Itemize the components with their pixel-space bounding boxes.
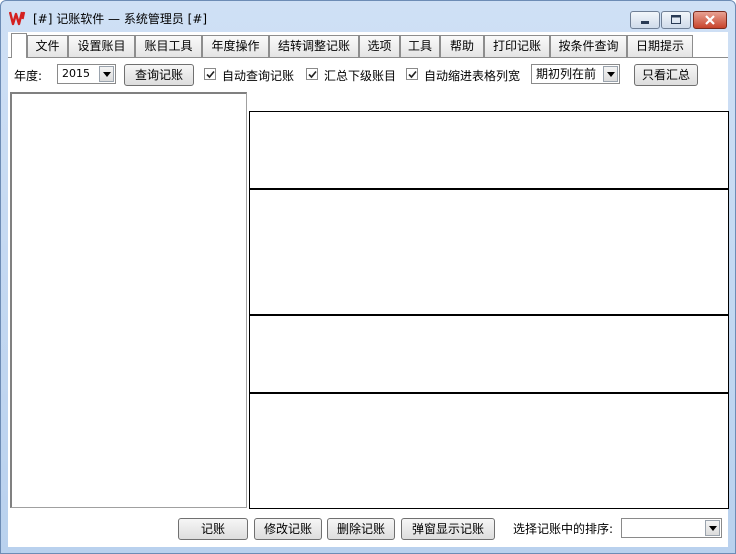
grid-section[interactable] <box>250 190 728 316</box>
tab-blank[interactable] <box>11 33 27 58</box>
auto-shrink-checkbox[interactable]: 自动缩进表格列宽 <box>406 67 526 83</box>
checkmark-icon <box>206 70 215 79</box>
auto-shrink-checkbox-box[interactable] <box>406 68 418 80</box>
edit-record-button[interactable]: 修改记账 <box>254 518 322 540</box>
client-area: 文件 设置账目 账目工具 年度操作 结转调整记账 选项 工具 帮助 打印记账 按… <box>8 32 729 547</box>
popup-records-button[interactable]: 弹窗显示记账 <box>401 518 495 540</box>
tab-tools[interactable]: 工具 <box>400 35 440 57</box>
minimize-button[interactable] <box>630 11 660 29</box>
query-records-button[interactable]: 查询记账 <box>124 64 194 86</box>
checkmark-icon <box>408 70 417 79</box>
delete-record-button[interactable]: 删除记账 <box>327 518 395 540</box>
year-select[interactable]: 2015 <box>57 64 116 84</box>
grid-section[interactable] <box>250 112 728 190</box>
sort-dropdown-button[interactable] <box>705 520 720 536</box>
app-window: [#] 记账软件 — 系统管理员 [#] 文件 设置账目 账目工具 年度操作 结… <box>0 0 736 554</box>
tab-date-reminder[interactable]: 日期提示 <box>627 35 693 57</box>
window-title: [#] 记账软件 — 系统管理员 [#] <box>33 12 208 26</box>
tab-print-records[interactable]: 打印记账 <box>484 35 550 57</box>
maximize-icon <box>671 15 681 24</box>
summarize-sub-checkbox-box[interactable] <box>306 68 318 80</box>
column-order-select[interactable]: 期初列在前 <box>531 64 620 84</box>
tab-carryover-adjust[interactable]: 结转调整记账 <box>269 35 359 57</box>
close-icon <box>705 15 715 25</box>
auto-query-checkbox[interactable]: 自动查询记账 <box>204 67 304 83</box>
close-button[interactable] <box>693 11 727 29</box>
auto-query-label: 自动查询记账 <box>222 69 295 83</box>
summarize-sub-checkbox[interactable]: 汇总下级账目 <box>306 67 401 83</box>
sort-label: 选择记账中的排序: <box>513 522 614 536</box>
tab-year-operations[interactable]: 年度操作 <box>202 35 269 57</box>
tab-account-settings[interactable]: 设置账目 <box>68 35 135 57</box>
chevron-down-icon <box>709 526 717 531</box>
tab-condition-query[interactable]: 按条件查询 <box>550 35 627 57</box>
tab-divider <box>8 57 728 58</box>
summary-only-button[interactable]: 只看汇总 <box>634 64 698 86</box>
app-logo-icon <box>9 11 26 26</box>
column-order-dropdown-button[interactable] <box>603 66 618 82</box>
year-label: 年度: <box>14 69 43 83</box>
column-order-value: 期初列在前 <box>536 67 597 81</box>
title-bar[interactable]: [#] 记账软件 — 系统管理员 [#] <box>1 1 735 33</box>
checkmark-icon <box>308 70 317 79</box>
tab-file[interactable]: 文件 <box>27 35 68 57</box>
minimize-icon <box>641 21 649 24</box>
tab-account-tools[interactable]: 账目工具 <box>135 35 202 57</box>
year-select-dropdown-button[interactable] <box>99 66 114 82</box>
year-select-value: 2015 <box>62 67 90 80</box>
sort-select[interactable] <box>621 518 722 538</box>
record-button[interactable]: 记账 <box>178 518 248 540</box>
chevron-down-icon <box>607 72 615 77</box>
maximize-button[interactable] <box>661 11 691 29</box>
tab-help[interactable]: 帮助 <box>440 35 484 57</box>
account-tree-panel[interactable] <box>10 92 247 508</box>
tab-options[interactable]: 选项 <box>359 35 400 57</box>
tab-strip: 文件 设置账目 账目工具 年度操作 结转调整记账 选项 工具 帮助 打印记账 按… <box>8 32 728 58</box>
summarize-sub-label: 汇总下级账目 <box>324 69 397 83</box>
chevron-down-icon <box>103 72 111 77</box>
records-grid[interactable] <box>249 111 729 509</box>
auto-query-checkbox-box[interactable] <box>204 68 216 80</box>
grid-section[interactable] <box>250 316 728 394</box>
auto-shrink-label: 自动缩进表格列宽 <box>424 69 521 83</box>
